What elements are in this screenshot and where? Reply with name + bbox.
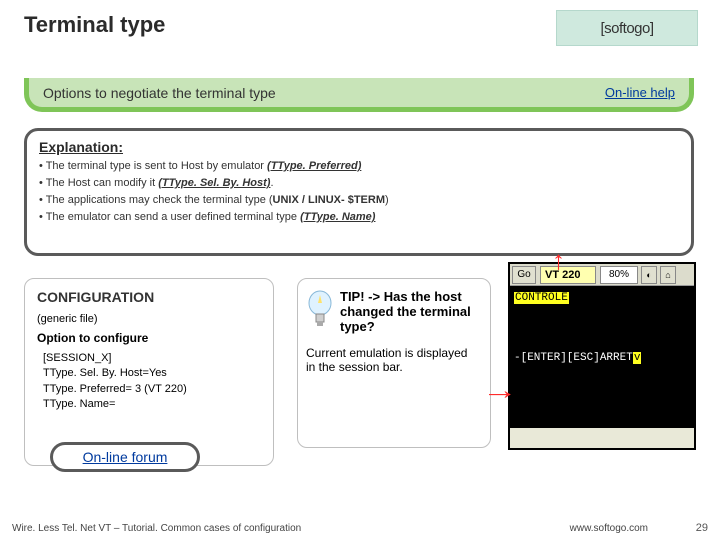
bullet-3: • The applications may check the termina… bbox=[39, 194, 679, 206]
bullet-3-post: ) bbox=[385, 194, 389, 206]
bullet-4-text: • The emulator can send a user defined t… bbox=[39, 211, 300, 223]
bullet-2-text: • The Host can modify it bbox=[39, 177, 158, 189]
bullet-1-text: • The terminal type is sent to Host by e… bbox=[39, 160, 267, 172]
forum-pill: On-line forum bbox=[50, 442, 200, 472]
bullet-3-key: UNIX / LINUX- $TERM bbox=[273, 194, 385, 206]
emulator-zoom[interactable]: 80% bbox=[600, 266, 638, 284]
bullet-1-key: (TType. Preferred) bbox=[267, 160, 361, 172]
config-line-4: TType. Name= bbox=[43, 397, 261, 412]
emulator-icon-2[interactable]: ⌂ bbox=[660, 266, 676, 284]
emu-line-1: CONTROLE bbox=[514, 292, 569, 304]
bullet-2-key: (TType. Sel. By. Host) bbox=[158, 177, 270, 189]
config-lines: [SESSION_X] TType. Sel. By. Host=Yes TTy… bbox=[37, 351, 261, 413]
config-line-1: [SESSION_X] bbox=[43, 351, 261, 366]
emulator-toolbar: Go VT 220 80% ◐ ⌂ bbox=[510, 264, 694, 286]
footer-left: Wire. Less Tel. Net VT – Tutorial. Commo… bbox=[12, 523, 301, 534]
bullet-3-text: • The applications may check the termina… bbox=[39, 194, 273, 206]
tip-text: TIP! -> Has the host changed the termina… bbox=[340, 289, 480, 334]
logo: [softogo] bbox=[556, 10, 698, 46]
emulator-type-field[interactable]: VT 220 bbox=[540, 266, 596, 284]
emulator-icon-1[interactable]: ◐ bbox=[641, 266, 657, 284]
online-help-link[interactable]: On-line help bbox=[605, 85, 675, 100]
config-sub: (generic file) bbox=[37, 313, 261, 325]
footer: Wire. Less Tel. Net VT – Tutorial. Commo… bbox=[12, 523, 708, 534]
banner: Options to negotiate the terminal type O… bbox=[24, 78, 694, 112]
explanation-box: Explanation: • The terminal type is sent… bbox=[24, 128, 694, 256]
tip-sub: Current emulation is displayed in the se… bbox=[306, 346, 480, 374]
emu-line-2: -[ENTER][ESC]ARRETv bbox=[514, 352, 690, 364]
configuration-box: CONFIGURATION (generic file) Option to c… bbox=[24, 278, 274, 466]
tip-box: TIP! -> Has the host changed the termina… bbox=[297, 278, 491, 448]
bullet-2: • The Host can modify it (TType. Sel. By… bbox=[39, 177, 679, 189]
config-line-3: TType. Preferred= 3 (VT 220) bbox=[43, 382, 261, 397]
explanation-heading: Explanation: bbox=[39, 139, 679, 155]
bullet-4: • The emulator can send a user defined t… bbox=[39, 211, 679, 223]
config-option-label: Option to configure bbox=[37, 331, 261, 345]
footer-right: www.softogo.com bbox=[570, 523, 648, 534]
lightbulb-icon bbox=[306, 289, 334, 333]
bullet-2-post: . bbox=[270, 177, 273, 189]
arrow-up-icon: ↑ bbox=[552, 254, 565, 267]
config-heading: CONFIGURATION bbox=[37, 289, 261, 305]
banner-title: Options to negotiate the terminal type bbox=[43, 85, 276, 101]
arrow-right-icon: → bbox=[489, 386, 511, 399]
bullet-4-key: (TType. Name) bbox=[300, 211, 375, 223]
emulator-body: CONTROLE -[ENTER][ESC]ARRETv → bbox=[510, 286, 694, 428]
page-title: Terminal type bbox=[24, 12, 165, 38]
online-forum-link[interactable]: On-line forum bbox=[83, 449, 168, 465]
emulator-go-button[interactable]: Go bbox=[512, 266, 536, 284]
bullet-1: • The terminal type is sent to Host by e… bbox=[39, 160, 679, 172]
config-line-2: TType. Sel. By. Host=Yes bbox=[43, 366, 261, 381]
emulator-window: Go VT 220 80% ◐ ⌂ CONTROLE -[ENTER][ESC]… bbox=[508, 262, 696, 450]
page-number: 29 bbox=[696, 522, 708, 534]
